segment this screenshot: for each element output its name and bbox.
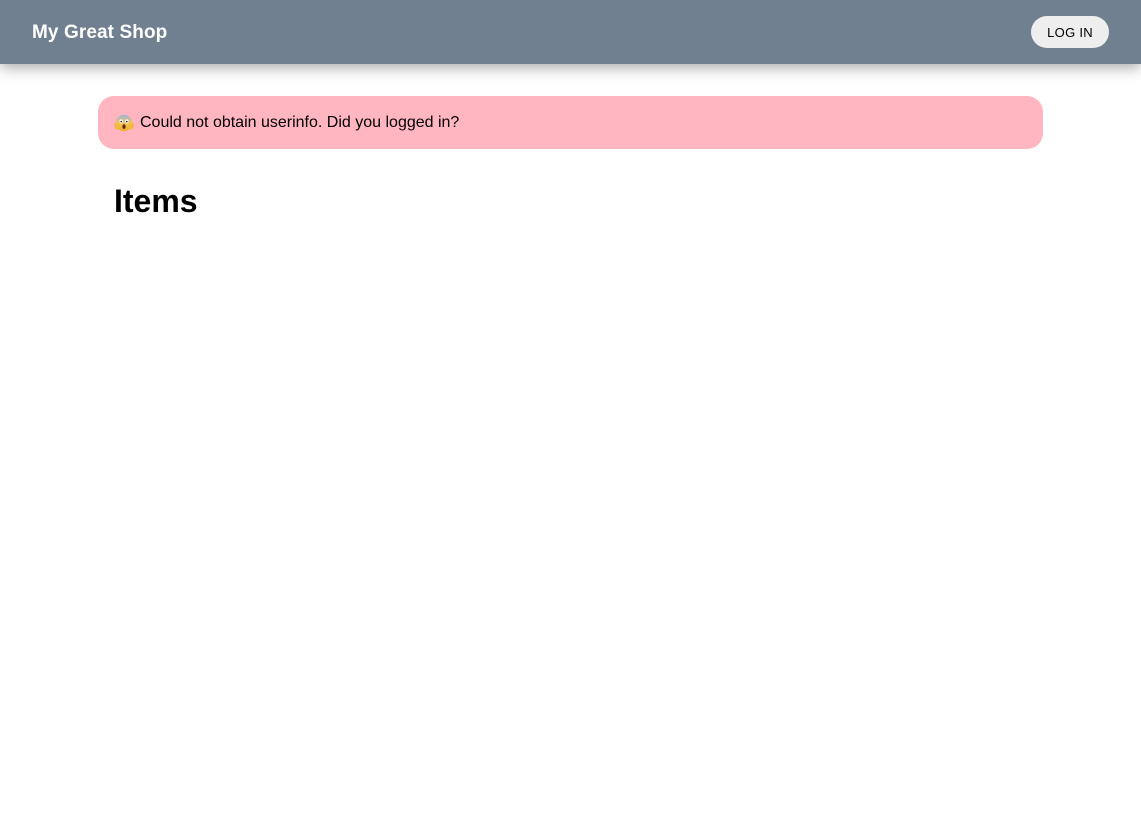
error-alert: Could not obtain userinfo. Did you logge…	[98, 96, 1043, 149]
shop-title: My Great Shop	[32, 21, 168, 43]
login-button[interactable]: LOG IN	[1031, 16, 1109, 48]
app-bar: My Great Shop LOG IN	[0, 0, 1141, 64]
scream-emoji-icon	[114, 113, 134, 133]
page-title: Items	[114, 183, 198, 219]
main-content: Could not obtain userinfo. Did you logge…	[98, 96, 1043, 227]
alert-message: Could not obtain userinfo. Did you logge…	[140, 113, 460, 131]
